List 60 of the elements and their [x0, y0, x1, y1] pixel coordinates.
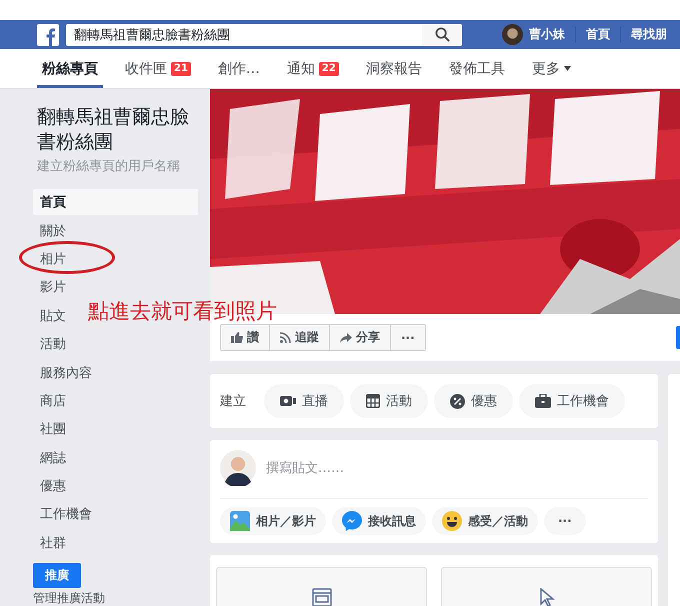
thumbs-up-icon: [231, 332, 243, 343]
page-tab[interactable]: 發佈工具: [444, 49, 510, 88]
sidebar-item[interactable]: 社團: [33, 416, 73, 442]
briefcase-icon: [535, 394, 551, 408]
composer-button[interactable]: 相片／影片: [220, 507, 326, 535]
count-badge: 22: [318, 62, 339, 76]
sidebar-item[interactable]: 相片: [33, 246, 73, 272]
create-label: 建立: [220, 393, 246, 410]
more-button[interactable]: ···: [391, 325, 425, 350]
sidebar-item[interactable]: 貼文: [33, 302, 73, 329]
sidebar-item[interactable]: 影片: [33, 274, 73, 300]
sidebar-item[interactable]: 服務內容: [33, 360, 99, 386]
page-tab[interactable]: 粉絲專頁: [37, 49, 103, 88]
search-button[interactable]: [422, 24, 462, 46]
nav-link[interactable]: 首頁: [586, 26, 610, 43]
action-button[interactable]: 分享: [330, 325, 391, 350]
page-tab[interactable]: 收件匣 21: [120, 49, 196, 88]
count-badge: 21: [171, 62, 191, 76]
more-button[interactable]: ···: [544, 507, 586, 535]
smiley-icon: [442, 511, 462, 531]
action-button[interactable]: 讚: [221, 325, 270, 350]
create-button[interactable]: 活動: [350, 384, 428, 418]
window-icon: [312, 588, 332, 606]
create-button[interactable]: 工作機會: [519, 384, 625, 418]
sidebar-item[interactable]: 工作機會: [33, 501, 99, 528]
sidebar-item[interactable]: 關於: [33, 218, 73, 244]
percent-badge-icon: [450, 394, 465, 408]
create-button[interactable]: 優惠: [434, 384, 513, 418]
page-tab[interactable]: 洞察報告: [360, 49, 427, 88]
sidebar-item[interactable]: 活動: [33, 331, 73, 358]
action-button[interactable]: 追蹤: [270, 325, 330, 350]
messenger-icon: [342, 511, 362, 531]
sidebar-item[interactable]: 社群: [33, 530, 73, 556]
promote-button[interactable]: 推廣: [33, 563, 81, 588]
annotation-text: 點進去就可看到照片: [88, 298, 277, 325]
sidebar-item[interactable]: 首頁: [33, 189, 198, 216]
composer-button[interactable]: 感受／活動: [432, 507, 538, 535]
logo-icon[interactable]: [37, 24, 59, 46]
user-avatar[interactable]: [502, 24, 523, 45]
nav-link[interactable]: 尋找朋: [631, 26, 667, 43]
cursor-icon: [538, 588, 554, 606]
video-camera-icon: [280, 395, 296, 407]
photo-icon: [230, 511, 250, 531]
sidebar-item[interactable]: 網誌: [33, 444, 73, 471]
calendar-icon: [366, 394, 380, 408]
rss-icon: [280, 332, 291, 343]
page-tab[interactable]: 創作…: [212, 49, 265, 88]
avatar-figure: [220, 450, 256, 486]
search-field[interactable]: 翻轉馬祖曹爾忠臉書粉絲團: [66, 24, 462, 46]
page-name: 翻轉馬祖曹爾忠臉書粉絲團: [36, 105, 190, 155]
user-name[interactable]: 曹小妹: [529, 26, 565, 43]
composer-button[interactable]: 接收訊息: [332, 507, 426, 535]
sidebar-item[interactable]: 商店: [33, 388, 73, 414]
page-tab[interactable]: 更多: [526, 49, 576, 88]
sidebar-item[interactable]: 優惠: [33, 473, 73, 500]
share-arrow-icon: [340, 332, 352, 342]
manage-promotions-link[interactable]: 管理推廣活動: [33, 590, 210, 606]
create-button[interactable]: 直播: [264, 384, 344, 418]
page-tab[interactable]: 通知 22: [282, 49, 344, 88]
search-icon: [434, 27, 450, 42]
